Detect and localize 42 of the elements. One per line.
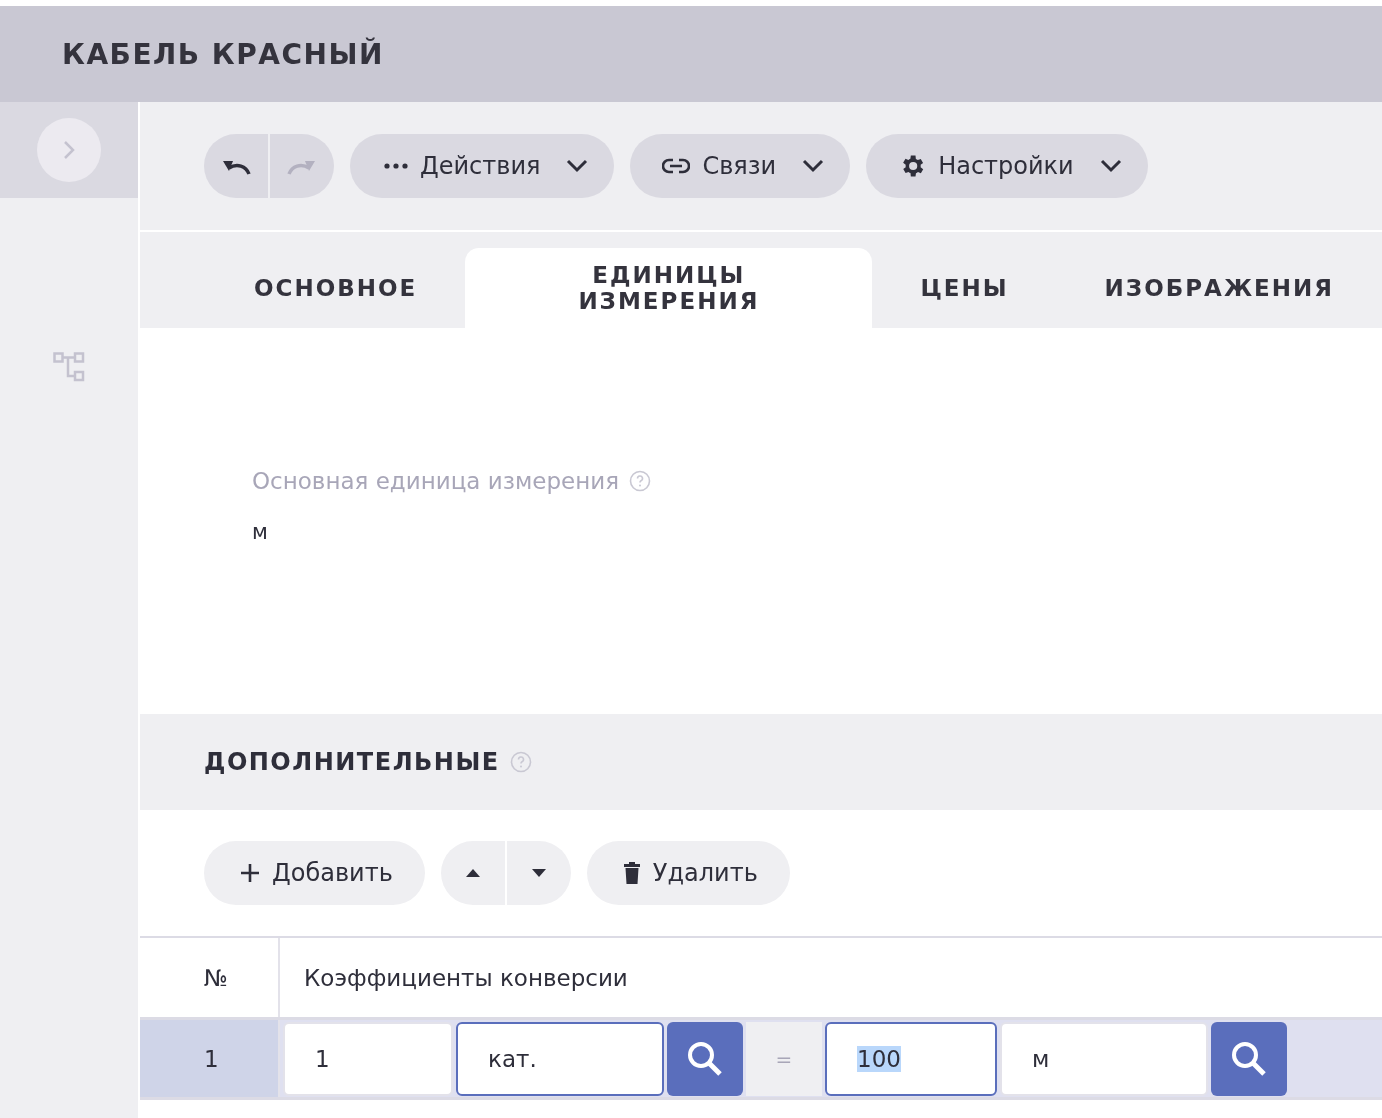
column-header: Коэффициенты конверсии — [303, 963, 628, 993]
column-header: № — [140, 938, 280, 1017]
equals-sign: = — [746, 1021, 822, 1096]
undo-button[interactable] — [204, 134, 268, 198]
search-button[interactable] — [1211, 1021, 1287, 1096]
chevron-down-icon — [566, 159, 589, 173]
hierarchy-icon[interactable] — [53, 352, 85, 382]
tab[interactable]: ИЗОБРАЖЕНИЯ — [1056, 248, 1382, 328]
plus-icon — [240, 863, 260, 883]
menu-button[interactable]: Настройки — [866, 134, 1148, 198]
link-icon — [662, 158, 691, 174]
amount-field[interactable]: 100 — [825, 1021, 997, 1096]
move-down-button[interactable] — [506, 841, 571, 905]
dots-icon — [384, 163, 408, 169]
amount-field[interactable]: 1 — [283, 1021, 453, 1096]
section-title: ДОПОЛНИТЕЛЬНЫЕ — [204, 748, 500, 776]
field-label: Основная единица измерения — [252, 468, 619, 494]
unit-field[interactable]: кат. — [456, 1021, 664, 1096]
tab[interactable]: ЕДИНИЦЫ ИЗМЕРЕНИЯ — [465, 248, 873, 328]
help-icon — [509, 751, 532, 773]
menu-button[interactable]: Связи — [630, 134, 851, 198]
search-icon — [686, 1039, 724, 1078]
page-title: КАБЕЛЬ КРАСНЫЙ — [62, 37, 384, 71]
add-button[interactable]: Добавить — [204, 841, 425, 905]
table-row[interactable]: 1 1 кат. = 100 м — [140, 1020, 1382, 1100]
triangle-down-icon — [531, 869, 546, 877]
row-number: 1 — [140, 1020, 280, 1097]
chevron-right-icon — [63, 140, 75, 160]
delete-button[interactable]: Удалить — [586, 841, 790, 905]
trash-icon — [622, 861, 641, 885]
tab[interactable]: ОСНОВНОЕ — [206, 248, 466, 328]
tab[interactable]: ЦЕНЫ — [872, 248, 1057, 328]
unit-field[interactable]: м — [1000, 1021, 1208, 1096]
help-icon — [629, 470, 651, 492]
menu-button[interactable]: Действия — [350, 134, 615, 198]
move-up-button[interactable] — [440, 841, 505, 905]
triangle-up-icon — [465, 869, 480, 877]
field-value: м — [252, 520, 269, 544]
chevron-down-icon — [802, 159, 825, 173]
chevron-down-icon — [1099, 159, 1122, 173]
search-icon — [1230, 1039, 1268, 1078]
search-button[interactable] — [667, 1021, 743, 1096]
